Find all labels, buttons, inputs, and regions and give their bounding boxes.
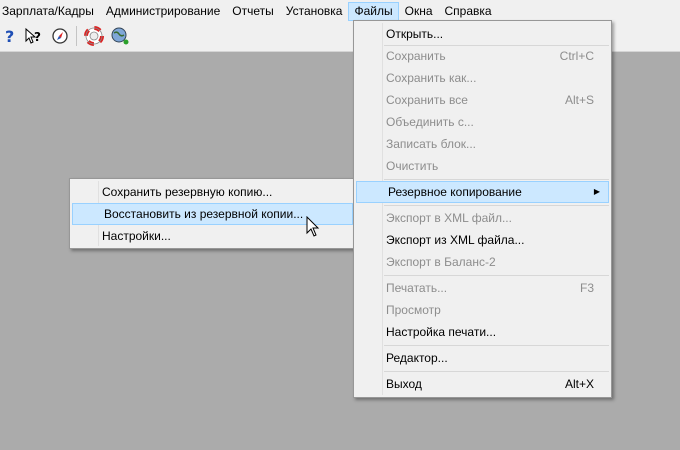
menu-item-export-balans: Экспорт в Баланс-2 [386,255,496,269]
globe-icon[interactable] [110,25,130,47]
menu-item-preview: Просмотр [386,303,441,317]
menu-item-exit[interactable]: Выход Alt+X [356,373,609,395]
compass-icon[interactable] [50,25,70,47]
menu-faily[interactable]: Файлы [348,1,399,21]
mouse-cursor-icon [306,215,320,241]
help-icon[interactable]: ? [0,25,20,47]
menu-item-print-setup[interactable]: Настройка печати... [356,321,609,343]
menu-ustanovka[interactable]: Установка [280,2,349,21]
menu-item-print: Печатать... F3 [386,281,594,295]
menu-separator [384,371,609,372]
lifebuoy-icon[interactable] [84,25,104,47]
files-menu: Открыть... Сохранить Ctrl+C Сохранить как… [353,20,612,398]
menu-item-merge: Объединить с... [386,115,474,129]
menu-otchety[interactable]: Отчеты [226,2,279,21]
menu-item-save: Сохранить Ctrl+C [386,49,594,63]
menu-administrirovanie[interactable]: Администрирование [100,2,226,21]
svg-text:?: ? [5,27,14,45]
menu-item-save-backup[interactable]: Сохранить резервную копию... [72,181,353,203]
context-help-icon[interactable]: ? [24,25,44,47]
menu-item-write-block: Записать блок... [386,137,477,151]
toolbar-separator [76,26,77,46]
submenu-arrow-icon: ▶ [593,187,600,196]
menu-item-clear: Очистить [386,159,439,173]
menu-item-backup[interactable]: Резервное копирование ▶ [356,181,609,203]
menu-item-editor[interactable]: Редактор... [356,347,609,369]
svg-text:?: ? [34,30,41,44]
menu-bar: Зарплата/Кадры Администрирование Отчеты … [0,0,680,21]
menu-spravka[interactable]: Справка [439,2,498,21]
menu-separator [384,345,609,346]
menu-item-save-as: Сохранить как... [386,71,477,85]
menu-separator [384,275,609,276]
menu-item-open[interactable]: Открыть... [356,23,609,45]
menu-item-save-all: Сохранить все Alt+S [386,93,594,107]
menu-zarplata-kadry[interactable]: Зарплата/Кадры [0,2,100,21]
menu-item-export-xml: Экспорт в XML файл... [386,211,512,225]
menu-separator [384,179,609,180]
menu-separator [384,205,609,206]
menu-okna[interactable]: Окна [399,2,439,21]
menu-item-import-xml[interactable]: Экспорт из XML файла... [356,229,609,251]
